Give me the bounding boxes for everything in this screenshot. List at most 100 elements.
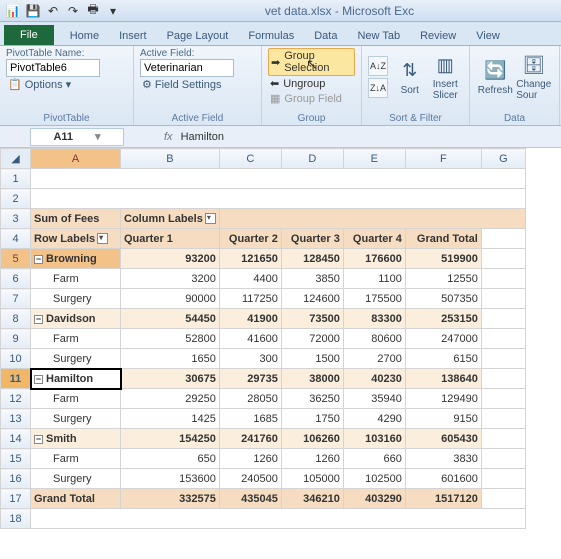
cell[interactable] [481, 429, 525, 449]
pivot-value[interactable]: 3830 [405, 449, 481, 469]
pivot-value[interactable]: 650 [121, 449, 220, 469]
tab-page-layout[interactable]: Page Layout [157, 26, 239, 45]
change-source-button[interactable]: 🗄Change Sour [515, 53, 554, 101]
pivot-value[interactable]: 1260 [281, 449, 343, 469]
pivot-item-label[interactable]: Surgery [31, 469, 121, 489]
row-header[interactable]: 8 [1, 309, 31, 329]
row-header[interactable]: 3 [1, 209, 31, 229]
pivot-value[interactable]: 175500 [343, 289, 405, 309]
col-header-B[interactable]: B [121, 149, 220, 169]
pivot-item-label[interactable]: Surgery [31, 289, 121, 309]
pivot-value[interactable]: 41900 [219, 309, 281, 329]
excel-icon[interactable]: 📊 [4, 2, 22, 20]
pivot-value[interactable]: 105000 [281, 469, 343, 489]
pivot-value[interactable]: 241760 [219, 429, 281, 449]
cell[interactable] [481, 469, 525, 489]
pivot-value[interactable]: 83300 [343, 309, 405, 329]
cell[interactable] [31, 189, 526, 209]
row-dropdown-icon[interactable] [97, 233, 108, 244]
pivot-options-button[interactable]: 📋Options ▾ [6, 77, 127, 92]
pivot-value[interactable]: 41600 [219, 329, 281, 349]
formula-value[interactable]: Hamilton [181, 131, 224, 143]
cell[interactable] [31, 509, 526, 529]
qat-dropdown-icon[interactable]: ▾ [104, 2, 122, 20]
pivot-value[interactable]: 54450 [121, 309, 220, 329]
print-icon[interactable]: 🖶 [84, 2, 102, 20]
row-header[interactable]: 18 [1, 509, 31, 529]
pivot-value[interactable]: 435045 [219, 489, 281, 509]
pivot-value[interactable]: 102500 [343, 469, 405, 489]
pivot-value[interactable]: 38000 [281, 369, 343, 389]
name-box[interactable]: A11 ▾ [30, 128, 124, 146]
pivot-value[interactable]: 29250 [121, 389, 220, 409]
pivot-value[interactable]: 90000 [121, 289, 220, 309]
tab-review[interactable]: Review [410, 26, 466, 45]
row-header[interactable]: 10 [1, 349, 31, 369]
pivot-value[interactable]: 1750 [281, 409, 343, 429]
col-q4[interactable]: Quarter 4 [343, 229, 405, 249]
cell[interactable] [481, 409, 525, 429]
pivot-group-label[interactable]: −Browning [31, 249, 121, 269]
pivot-value[interactable]: 121650 [219, 249, 281, 269]
pivot-item-label[interactable]: Farm [31, 269, 121, 289]
pivot-value[interactable]: 3200 [121, 269, 220, 289]
pivot-value[interactable]: 138640 [405, 369, 481, 389]
collapse-icon[interactable]: − [34, 315, 43, 324]
cell[interactable] [481, 449, 525, 469]
pivot-value[interactable]: 346210 [281, 489, 343, 509]
row-header[interactable]: 16 [1, 469, 31, 489]
pivot-value[interactable]: 28050 [219, 389, 281, 409]
cell[interactable] [481, 309, 525, 329]
row-header[interactable]: 17 [1, 489, 31, 509]
pivot-value[interactable]: 12550 [405, 269, 481, 289]
col-dropdown-icon[interactable] [205, 213, 216, 224]
row-labels[interactable]: Row Labels [31, 229, 121, 249]
pivot-value[interactable]: 253150 [405, 309, 481, 329]
collapse-icon[interactable]: − [34, 255, 43, 264]
pivot-value[interactable]: 605430 [405, 429, 481, 449]
cell[interactable] [481, 489, 525, 509]
collapse-icon[interactable]: − [34, 375, 43, 384]
sort-asc-button[interactable]: A↓Z [368, 56, 388, 76]
pivot-value[interactable]: 6150 [405, 349, 481, 369]
pivot-value[interactable]: 30675 [121, 369, 220, 389]
pivot-value[interactable]: 9150 [405, 409, 481, 429]
row-header[interactable]: 6 [1, 269, 31, 289]
cell[interactable] [219, 209, 525, 229]
pivot-item-label[interactable]: Farm [31, 389, 121, 409]
field-settings-button[interactable]: ⚙Field Settings [140, 77, 255, 92]
pivot-value[interactable]: 73500 [281, 309, 343, 329]
pivot-value[interactable]: 3850 [281, 269, 343, 289]
row-header[interactable]: 2 [1, 189, 31, 209]
pivot-value[interactable]: 128450 [281, 249, 343, 269]
pivot-value[interactable]: 1517120 [405, 489, 481, 509]
col-header-C[interactable]: C [219, 149, 281, 169]
row-header[interactable]: 9 [1, 329, 31, 349]
pivot-item-label[interactable]: Surgery [31, 349, 121, 369]
pivot-value[interactable]: 4400 [219, 269, 281, 289]
tab-formulas[interactable]: Formulas [238, 26, 304, 45]
pivot-value[interactable]: 36250 [281, 389, 343, 409]
col-header-A[interactable]: A [31, 149, 121, 169]
sort-desc-button[interactable]: Z↓A [368, 78, 388, 98]
pivot-value[interactable]: 103160 [343, 429, 405, 449]
pivot-value[interactable]: 332575 [121, 489, 220, 509]
pivot-value[interactable]: 40230 [343, 369, 405, 389]
pivot-value[interactable]: 601600 [405, 469, 481, 489]
pivot-value[interactable]: 240500 [219, 469, 281, 489]
pivot-value[interactable]: 72000 [281, 329, 343, 349]
redo-icon[interactable]: ↷ [64, 2, 82, 20]
row-header[interactable]: 11 [1, 369, 31, 389]
column-labels[interactable]: Column Labels [121, 209, 220, 229]
pivot-value[interactable]: 2700 [343, 349, 405, 369]
pivot-value[interactable]: 52800 [121, 329, 220, 349]
pivot-value[interactable]: 80600 [343, 329, 405, 349]
pivot-item-label[interactable]: Surgery [31, 409, 121, 429]
cell[interactable] [481, 389, 525, 409]
cell[interactable] [481, 289, 525, 309]
pivot-value[interactable]: 300 [219, 349, 281, 369]
pivot-value[interactable]: 124600 [281, 289, 343, 309]
pivot-value[interactable]: 1260 [219, 449, 281, 469]
tab-data[interactable]: Data [304, 26, 347, 45]
sort-button[interactable]: ⇅Sort [392, 59, 428, 96]
